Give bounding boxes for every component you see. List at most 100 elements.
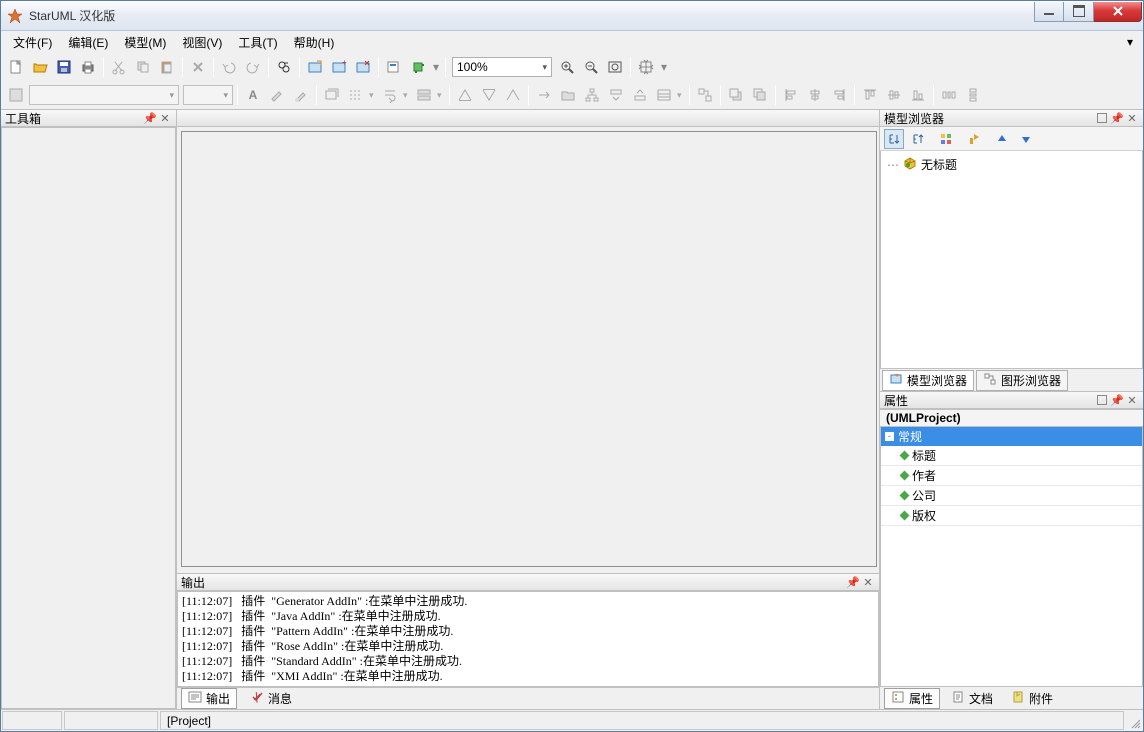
suppress-dropdown-icon[interactable]: ▾ xyxy=(437,90,445,101)
font-color-button[interactable]: A xyxy=(242,84,264,106)
copy-button[interactable] xyxy=(132,56,154,78)
new-button[interactable] xyxy=(5,56,27,78)
wordwrap-button[interactable] xyxy=(379,84,401,106)
compartment-button[interactable] xyxy=(653,84,675,106)
tab-attachments[interactable]: 附件 xyxy=(1004,688,1060,709)
redo-button[interactable] xyxy=(242,56,264,78)
properties-pin-icon[interactable]: 📌 xyxy=(1110,393,1124,407)
compartment-dropdown-icon[interactable]: ▾ xyxy=(677,90,685,101)
suppress-attr-button[interactable] xyxy=(413,84,435,106)
menubar-expand-icon[interactable]: ▾ xyxy=(1127,35,1139,49)
arrow-right-button[interactable] xyxy=(533,84,555,106)
collapse-button[interactable] xyxy=(605,84,627,106)
linestyle-button[interactable] xyxy=(345,84,367,106)
align-center-button[interactable] xyxy=(635,56,657,78)
menu-view[interactable]: 视图(V) xyxy=(174,32,230,53)
align-left-button[interactable] xyxy=(780,84,802,106)
tab-properties[interactable]: 属性 xyxy=(884,688,940,709)
show-op3-button[interactable] xyxy=(502,84,524,106)
paste-button[interactable] xyxy=(156,56,178,78)
toolbox-close-icon[interactable]: ✕ xyxy=(158,111,172,125)
print-button[interactable] xyxy=(77,56,99,78)
show-op2-button[interactable] xyxy=(478,84,500,106)
zoom-out-button[interactable] xyxy=(580,56,602,78)
prop-row-author[interactable]: 作者 xyxy=(881,466,1142,486)
model-tree[interactable]: ⋯ 无标题 xyxy=(880,151,1143,369)
zoom-fit-button[interactable] xyxy=(604,56,626,78)
find-button[interactable] xyxy=(273,56,295,78)
properties-dock-icon[interactable] xyxy=(1097,395,1107,405)
resize-grip-icon[interactable] xyxy=(1125,710,1143,731)
folder-button[interactable] xyxy=(557,84,579,106)
stereotype-button[interactable] xyxy=(321,84,343,106)
delete-button[interactable] xyxy=(187,56,209,78)
distribute-h-button[interactable] xyxy=(938,84,960,106)
output-pin-icon[interactable]: 📌 xyxy=(846,575,860,589)
properties-close-icon[interactable]: ✕ xyxy=(1125,393,1139,407)
close-button[interactable] xyxy=(1094,2,1142,22)
output-body[interactable]: [11:12:07] 插件 "Generator AddIn" :在菜单中注册成… xyxy=(177,591,879,687)
options-button[interactable] xyxy=(383,56,405,78)
send-back-button[interactable] xyxy=(749,84,771,106)
model-browser-dock-icon[interactable] xyxy=(1097,113,1107,123)
tree-root-item[interactable]: ⋯ 无标题 xyxy=(885,155,1138,174)
tab-output[interactable]: 输出 xyxy=(181,688,237,709)
brush-button[interactable] xyxy=(290,84,312,106)
color-fill-button[interactable] xyxy=(5,84,27,106)
font-size-combo[interactable] xyxy=(183,85,233,105)
font-family-combo[interactable] xyxy=(29,85,179,105)
toolbox-pin-icon[interactable]: 📌 xyxy=(143,111,157,125)
layout-auto-button[interactable] xyxy=(694,84,716,106)
highlight-button[interactable] xyxy=(266,84,288,106)
tab-model-browser[interactable]: 模型浏览器 xyxy=(882,370,974,391)
properties-grid[interactable]: - 常规 标题 作者 公司 版权 xyxy=(880,427,1143,687)
distribute-v-button[interactable] xyxy=(962,84,984,106)
expand-button[interactable] xyxy=(629,84,651,106)
align-top-button[interactable] xyxy=(859,84,881,106)
diagram-new-button[interactable] xyxy=(304,56,326,78)
prop-row-company[interactable]: 公司 xyxy=(881,486,1142,506)
zoom-combo[interactable]: 100% xyxy=(452,57,552,77)
hierarchy-button[interactable] xyxy=(581,84,603,106)
show-op1-button[interactable] xyxy=(454,84,476,106)
zoom-in-button[interactable] xyxy=(556,56,578,78)
align-hcenter-button[interactable] xyxy=(804,84,826,106)
category-toggle-icon[interactable]: - xyxy=(885,432,894,441)
align-vcenter-button[interactable] xyxy=(883,84,905,106)
menu-help[interactable]: 帮助(H) xyxy=(286,32,343,53)
tab-docs[interactable]: 文档 xyxy=(944,688,1000,709)
sort-desc-button[interactable] xyxy=(908,129,928,149)
model-browser-pin-icon[interactable]: 📌 xyxy=(1110,111,1124,125)
tab-diagram-browser[interactable]: 图形浏览器 xyxy=(976,370,1068,391)
tab-messages[interactable]: 消息 xyxy=(243,688,299,709)
diagram-add-button[interactable]: + xyxy=(328,56,350,78)
minimize-button[interactable] xyxy=(1034,2,1064,22)
bring-front-button[interactable] xyxy=(725,84,747,106)
addins-dropdown-icon[interactable]: ▾ xyxy=(431,56,441,78)
linestyle-dropdown-icon[interactable]: ▾ xyxy=(369,90,377,101)
properties-category[interactable]: - 常规 xyxy=(881,427,1142,446)
undo-button[interactable] xyxy=(218,56,240,78)
prop-row-title[interactable]: 标题 xyxy=(881,446,1142,466)
menu-edit[interactable]: 编辑(E) xyxy=(60,32,116,53)
align-right-button[interactable] xyxy=(828,84,850,106)
wordwrap-dropdown-icon[interactable]: ▾ xyxy=(403,90,411,101)
sort-asc-button[interactable] xyxy=(884,129,904,149)
tree-filter-button[interactable] xyxy=(936,129,956,149)
menu-file[interactable]: 文件(F) xyxy=(5,32,60,53)
tree-down-button[interactable] xyxy=(1016,129,1036,149)
menu-model[interactable]: 模型(M) xyxy=(116,32,174,53)
align-bottom-button[interactable] xyxy=(907,84,929,106)
open-button[interactable] xyxy=(29,56,51,78)
cut-button[interactable] xyxy=(108,56,130,78)
output-close-icon[interactable]: ✕ xyxy=(861,575,875,589)
tree-up-button[interactable] xyxy=(992,129,1012,149)
diagram-canvas[interactable] xyxy=(181,131,877,567)
tree-refresh-button[interactable] xyxy=(964,129,984,149)
addins-button[interactable] xyxy=(407,56,429,78)
save-button[interactable] xyxy=(53,56,75,78)
maximize-button[interactable] xyxy=(1064,2,1094,22)
model-browser-close-icon[interactable]: ✕ xyxy=(1125,111,1139,125)
align-dropdown-icon[interactable]: ▾ xyxy=(659,56,669,78)
diagram-del-button[interactable] xyxy=(352,56,374,78)
